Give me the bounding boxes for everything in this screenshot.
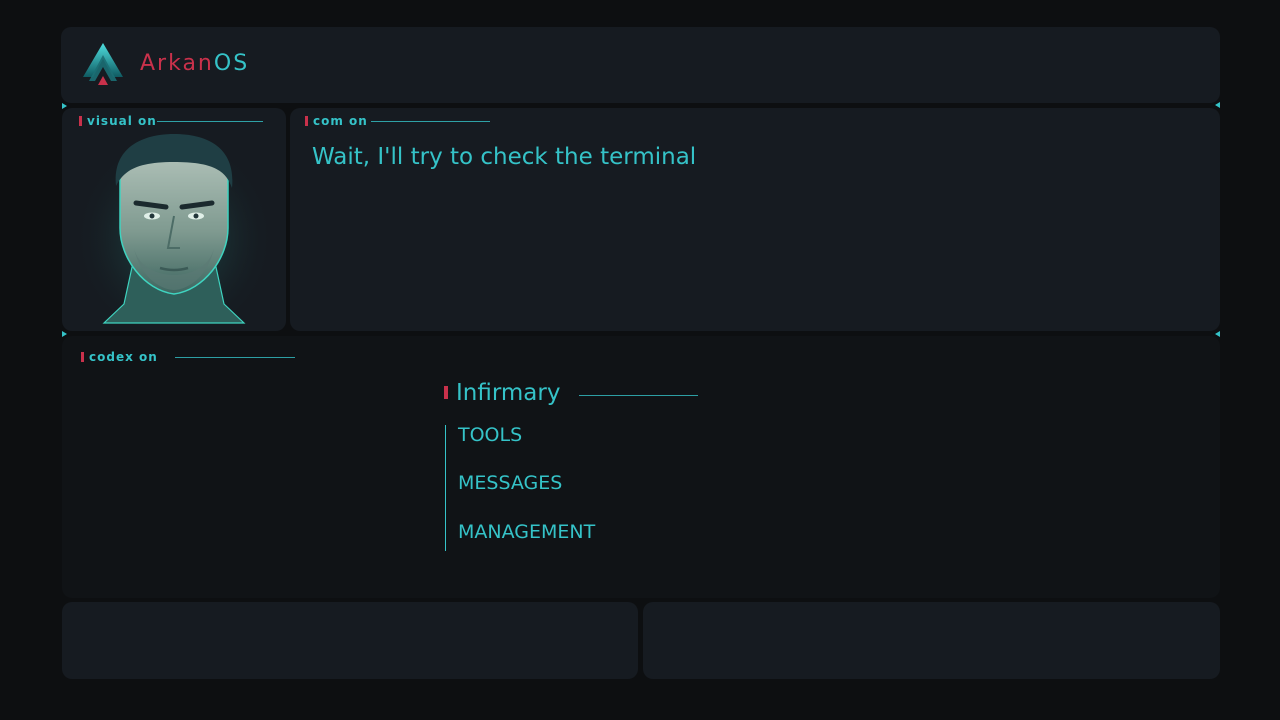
label-marker xyxy=(81,352,84,362)
menu-rail xyxy=(445,425,446,551)
menu-item-messages[interactable]: MESSAGES xyxy=(458,472,562,494)
codex-panel: codex on Infirmary TOOLS MESSAGES MANAGE… xyxy=(62,336,1220,598)
menu-title: Infirmary xyxy=(456,380,561,406)
footer-panel-left xyxy=(62,602,638,679)
com-panel: com on Wait, I'll try to check the termi… xyxy=(290,108,1220,331)
divider-line xyxy=(579,395,698,396)
com-message: Wait, I'll try to check the terminal xyxy=(312,144,697,170)
divider-line xyxy=(175,357,295,358)
menu-title-marker xyxy=(444,386,448,399)
codex-label: codex on xyxy=(81,350,158,364)
menu-item-management[interactable]: MANAGEMENT xyxy=(458,521,595,543)
divider-line xyxy=(371,121,490,122)
corner-marker-icon xyxy=(1215,102,1220,108)
footer-panel-right xyxy=(643,602,1220,679)
portrait-image xyxy=(74,123,274,331)
header-bar: ArkanOS xyxy=(61,27,1220,103)
menu-item-tools[interactable]: TOOLS xyxy=(458,424,522,446)
com-label-text: com on xyxy=(313,114,368,128)
com-label: com on xyxy=(305,114,368,128)
corner-marker-icon xyxy=(62,331,67,337)
codex-label-text: codex on xyxy=(89,350,158,364)
label-marker xyxy=(305,116,308,126)
brand-name-part2: OS xyxy=(213,51,250,76)
brand-name-part1: Arkan xyxy=(140,51,214,76)
visual-panel: visual on xyxy=(62,108,286,331)
arkanos-logo-icon xyxy=(83,43,123,85)
brand-title: ArkanOS xyxy=(140,51,249,76)
corner-marker-icon xyxy=(1215,331,1220,337)
